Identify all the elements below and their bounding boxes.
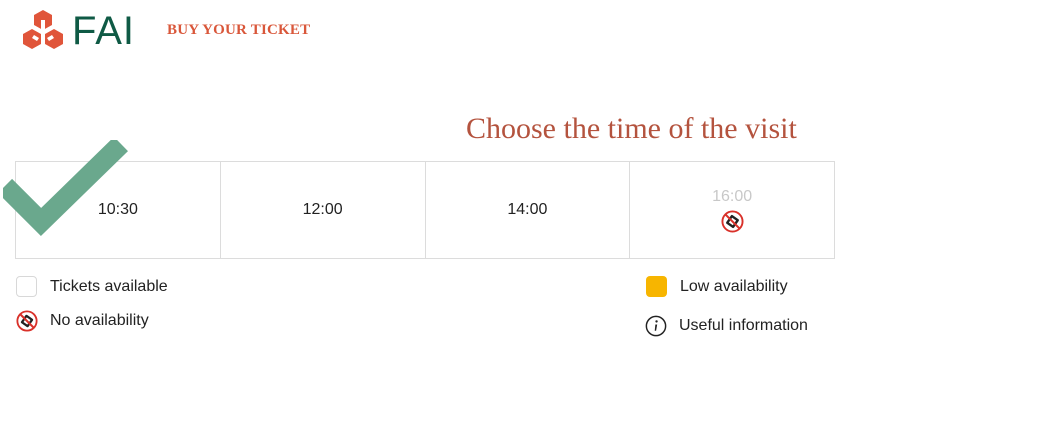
legend-useful-information[interactable]: Useful information	[645, 315, 808, 337]
time-slot-label: 16:00	[712, 188, 753, 205]
fai-logo[interactable]: FAI	[22, 8, 135, 54]
legend-label: Low availability	[680, 277, 788, 295]
info-icon[interactable]	[645, 315, 667, 337]
legend-label: Tickets available	[50, 277, 168, 295]
buy-ticket-link[interactable]: BUY YOUR TICKET	[167, 22, 310, 39]
legend-tickets-available: Tickets available	[16, 276, 168, 297]
time-slot-label: 12:00	[302, 201, 343, 218]
legend-no-availability: No availability	[16, 310, 149, 332]
time-slot-1030[interactable]: 10:30	[16, 162, 221, 258]
header: FAI	[22, 8, 135, 54]
time-slot-label: 10:30	[97, 201, 138, 218]
fai-logo-icon	[23, 10, 63, 49]
page-title: Choose the time of the visit	[466, 112, 797, 145]
legend-label: Useful information	[679, 317, 808, 334]
no-ticket-icon	[16, 310, 38, 332]
time-slot-1400[interactable]: 14:00	[426, 162, 631, 258]
time-slot-1600: 16:00	[630, 162, 834, 258]
available-swatch	[16, 276, 37, 297]
time-slot-label: 14:00	[507, 201, 548, 218]
logo-text: FAI	[72, 9, 136, 53]
low-availability-swatch	[646, 276, 667, 297]
legend-label: No availability	[50, 312, 149, 329]
time-slot-1200[interactable]: 12:00	[221, 162, 426, 258]
no-ticket-icon	[721, 210, 744, 238]
legend-low-availability: Low availability	[646, 276, 788, 297]
time-slot-grid: 10:30 12:00 14:00 16:00	[15, 161, 835, 259]
